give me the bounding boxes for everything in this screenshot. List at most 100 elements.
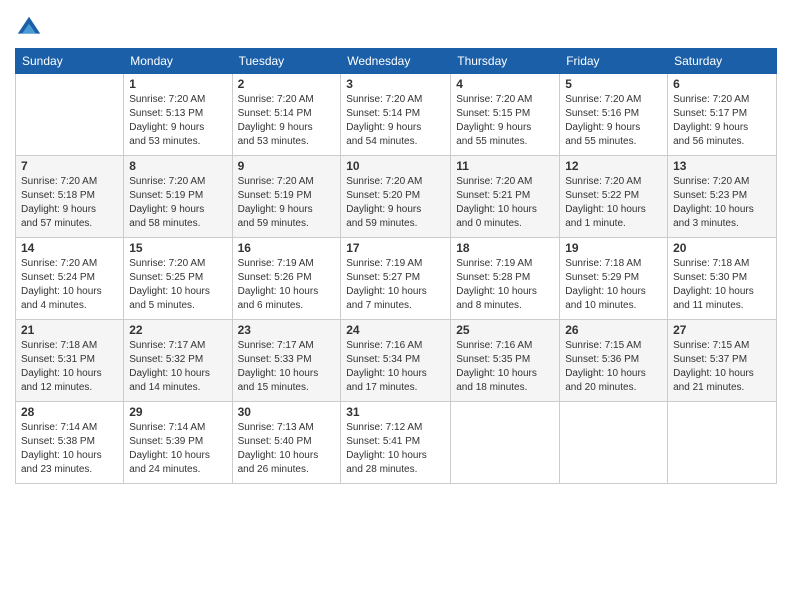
col-header-thursday: Thursday: [451, 49, 560, 74]
day-number: 20: [673, 241, 771, 255]
day-info: Sunrise: 7:20 AM Sunset: 5:14 PM Dayligh…: [346, 93, 445, 149]
day-info: Sunrise: 7:19 AM Sunset: 5:27 PM Dayligh…: [346, 257, 445, 313]
calendar-week-2: 7Sunrise: 7:20 AM Sunset: 5:18 PM Daylig…: [16, 156, 777, 238]
calendar-cell: 19 Sunrise: 7:18 AM Sunset: 5:29 PM Dayli…: [560, 238, 668, 320]
calendar-cell: 5 Sunrise: 7:20 AM Sunset: 5:16 PM Daylig…: [560, 74, 668, 156]
calendar-cell: 30Sunrise: 7:13 AM Sunset: 5:40 PM Dayli…: [232, 402, 341, 484]
day-number: 7: [21, 159, 118, 173]
day-number: 2: [238, 77, 336, 91]
day-number: 27: [673, 323, 771, 337]
calendar-cell: 10 Sunrise: 7:20 AM Sunset: 5:20 PM Dayli…: [341, 156, 451, 238]
day-number: 5: [565, 77, 662, 91]
day-info: Sunrise: 7:16 AM Sunset: 5:35 PM Dayligh…: [456, 339, 554, 395]
day-number: 22: [129, 323, 226, 337]
day-info: Sunrise: 7:20 AM Sunset: 5:16 PM Dayligh…: [565, 93, 662, 149]
calendar-cell: 28 Sunrise: 7:14 AM Sunset: 5:38 PM Dayli…: [16, 402, 124, 484]
day-info: Sunrise: 7:15 AM Sunset: 5:36 PM Dayligh…: [565, 339, 662, 395]
day-number: 10: [346, 159, 445, 173]
calendar-cell: 18 Sunrise: 7:19 AM Sunset: 5:28 PM Dayli…: [451, 238, 560, 320]
calendar-cell: 15 Sunrise: 7:20 AM Sunset: 5:25 PM Dayli…: [124, 238, 232, 320]
day-info: Sunrise: 7:14 AM Sunset: 5:38 PM Dayligh…: [21, 421, 118, 477]
calendar-table: SundayMondayTuesdayWednesdayThursdayFrid…: [15, 48, 777, 484]
day-info: Sunrise: 7:19 AM Sunset: 5:28 PM Dayligh…: [456, 257, 554, 313]
calendar-cell: 8 Sunrise: 7:20 AM Sunset: 5:19 PM Daylig…: [124, 156, 232, 238]
day-number: 26: [565, 323, 662, 337]
day-number: 21: [21, 323, 118, 337]
calendar-cell: 12 Sunrise: 7:20 AM Sunset: 5:22 PM Dayli…: [560, 156, 668, 238]
day-info: Sunrise: 7:16 AM Sunset: 5:34 PM Dayligh…: [346, 339, 445, 395]
day-info: Sunrise: 7:13 AM Sunset: 5:40 PM Dayligh…: [238, 421, 336, 477]
day-number: 14: [21, 241, 118, 255]
day-info: Sunrise: 7:15 AM Sunset: 5:37 PM Dayligh…: [673, 339, 771, 395]
day-number: 17: [346, 241, 445, 255]
day-number: 28: [21, 405, 118, 419]
day-number: 13: [673, 159, 771, 173]
day-number: 19: [565, 241, 662, 255]
calendar-week-1: 1Sunrise: 7:20 AM Sunset: 5:13 PM Daylig…: [16, 74, 777, 156]
calendar-cell: 26 Sunrise: 7:15 AM Sunset: 5:36 PM Dayli…: [560, 320, 668, 402]
day-info: Sunrise: 7:17 AM Sunset: 5:32 PM Dayligh…: [129, 339, 226, 395]
calendar-cell: 24 Sunrise: 7:16 AM Sunset: 5:34 PM Dayli…: [341, 320, 451, 402]
calendar-cell: 23 Sunrise: 7:17 AM Sunset: 5:33 PM Dayli…: [232, 320, 341, 402]
day-number: 23: [238, 323, 336, 337]
col-header-tuesday: Tuesday: [232, 49, 341, 74]
calendar-cell: 27 Sunrise: 7:15 AM Sunset: 5:37 PM Dayli…: [668, 320, 777, 402]
calendar-cell: 6 Sunrise: 7:20 AM Sunset: 5:17 PM Daylig…: [668, 74, 777, 156]
day-number: 25: [456, 323, 554, 337]
calendar-cell: 31 Sunrise: 7:12 AM Sunset: 5:41 PM Dayli…: [341, 402, 451, 484]
day-info: Sunrise: 7:20 AM Sunset: 5:24 PM Dayligh…: [21, 257, 118, 313]
day-info: Sunrise: 7:20 AM Sunset: 5:19 PM Dayligh…: [238, 175, 336, 231]
calendar-cell: 14 Sunrise: 7:20 AM Sunset: 5:24 PM Dayli…: [16, 238, 124, 320]
calendar-cell: 1Sunrise: 7:20 AM Sunset: 5:13 PM Daylig…: [124, 74, 232, 156]
day-info: Sunrise: 7:20 AM Sunset: 5:20 PM Dayligh…: [346, 175, 445, 231]
calendar-cell: 2 Sunrise: 7:20 AM Sunset: 5:14 PM Daylig…: [232, 74, 341, 156]
day-info: Sunrise: 7:20 AM Sunset: 5:21 PM Dayligh…: [456, 175, 554, 231]
day-number: 8: [129, 159, 226, 173]
day-info: Sunrise: 7:12 AM Sunset: 5:41 PM Dayligh…: [346, 421, 445, 477]
day-number: 1: [129, 77, 226, 91]
calendar-cell: 11 Sunrise: 7:20 AM Sunset: 5:21 PM Dayli…: [451, 156, 560, 238]
calendar-cell: [668, 402, 777, 484]
calendar-cell: [560, 402, 668, 484]
header: [15, 10, 777, 42]
day-number: 31: [346, 405, 445, 419]
day-info: Sunrise: 7:20 AM Sunset: 5:23 PM Dayligh…: [673, 175, 771, 231]
page-container: SundayMondayTuesdayWednesdayThursdayFrid…: [0, 0, 792, 494]
day-number: 6: [673, 77, 771, 91]
day-info: Sunrise: 7:14 AM Sunset: 5:39 PM Dayligh…: [129, 421, 226, 477]
day-info: Sunrise: 7:20 AM Sunset: 5:15 PM Dayligh…: [456, 93, 554, 149]
calendar-cell: 17 Sunrise: 7:19 AM Sunset: 5:27 PM Dayli…: [341, 238, 451, 320]
calendar-header-row: SundayMondayTuesdayWednesdayThursdayFrid…: [16, 49, 777, 74]
day-number: 15: [129, 241, 226, 255]
day-info: Sunrise: 7:18 AM Sunset: 5:31 PM Dayligh…: [21, 339, 118, 395]
day-info: Sunrise: 7:20 AM Sunset: 5:22 PM Dayligh…: [565, 175, 662, 231]
calendar-cell: 22 Sunrise: 7:17 AM Sunset: 5:32 PM Dayli…: [124, 320, 232, 402]
calendar-cell: 20 Sunrise: 7:18 AM Sunset: 5:30 PM Dayli…: [668, 238, 777, 320]
calendar-cell: 13 Sunrise: 7:20 AM Sunset: 5:23 PM Dayli…: [668, 156, 777, 238]
calendar-week-3: 14 Sunrise: 7:20 AM Sunset: 5:24 PM Dayli…: [16, 238, 777, 320]
calendar-cell: 9Sunrise: 7:20 AM Sunset: 5:19 PM Daylig…: [232, 156, 341, 238]
day-number: 11: [456, 159, 554, 173]
logo-icon: [15, 14, 43, 42]
col-header-friday: Friday: [560, 49, 668, 74]
day-number: 24: [346, 323, 445, 337]
calendar-cell: 16Sunrise: 7:19 AM Sunset: 5:26 PM Dayli…: [232, 238, 341, 320]
day-info: Sunrise: 7:18 AM Sunset: 5:30 PM Dayligh…: [673, 257, 771, 313]
calendar-cell: 4Sunrise: 7:20 AM Sunset: 5:15 PM Daylig…: [451, 74, 560, 156]
day-info: Sunrise: 7:20 AM Sunset: 5:14 PM Dayligh…: [238, 93, 336, 149]
day-number: 12: [565, 159, 662, 173]
col-header-wednesday: Wednesday: [341, 49, 451, 74]
calendar-cell: [451, 402, 560, 484]
calendar-cell: [16, 74, 124, 156]
day-number: 18: [456, 241, 554, 255]
day-info: Sunrise: 7:20 AM Sunset: 5:17 PM Dayligh…: [673, 93, 771, 149]
day-number: 16: [238, 241, 336, 255]
day-info: Sunrise: 7:17 AM Sunset: 5:33 PM Dayligh…: [238, 339, 336, 395]
calendar-cell: 29Sunrise: 7:14 AM Sunset: 5:39 PM Dayli…: [124, 402, 232, 484]
calendar-cell: 7Sunrise: 7:20 AM Sunset: 5:18 PM Daylig…: [16, 156, 124, 238]
logo: [15, 14, 47, 42]
day-info: Sunrise: 7:20 AM Sunset: 5:19 PM Dayligh…: [129, 175, 226, 231]
day-info: Sunrise: 7:18 AM Sunset: 5:29 PM Dayligh…: [565, 257, 662, 313]
day-info: Sunrise: 7:20 AM Sunset: 5:25 PM Dayligh…: [129, 257, 226, 313]
col-header-monday: Monday: [124, 49, 232, 74]
